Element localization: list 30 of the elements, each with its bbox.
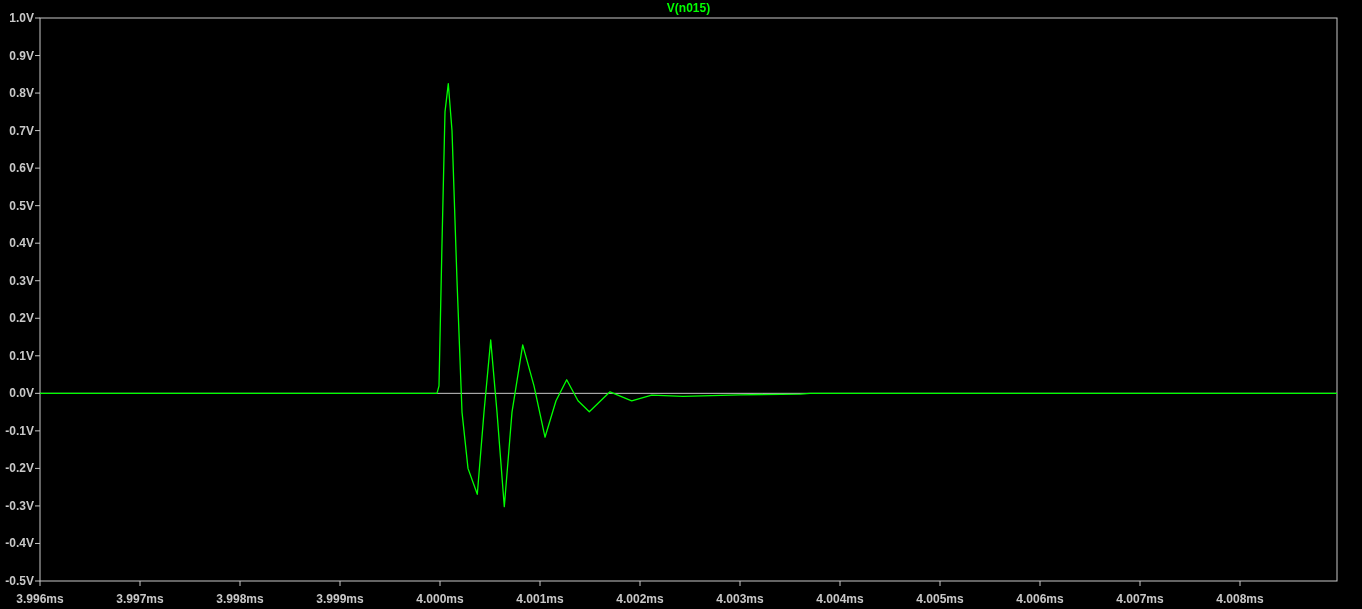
x-tick-label: 4.004ms (816, 592, 864, 606)
x-tick-label: 3.997ms (116, 592, 164, 606)
y-tick-label: 0.9V (9, 48, 34, 63)
x-tick-label: 4.001ms (516, 592, 564, 606)
x-tick-label: 4.007ms (1116, 592, 1164, 606)
y-tick-label: 0.1V (9, 348, 34, 363)
y-tick-label: -0.2V (5, 461, 34, 476)
x-tick-label: 4.002ms (616, 592, 664, 606)
y-tick-label: 0.4V (9, 236, 34, 251)
x-tick-label: 4.005ms (916, 592, 964, 606)
y-tick-label: -0.4V (5, 536, 34, 551)
y-tick-label: 0.8V (9, 86, 34, 101)
y-tick-label: 0.3V (9, 273, 34, 288)
x-tick-label: 4.000ms (416, 592, 464, 606)
y-tick-label: 0.7V (9, 123, 34, 138)
y-tick-label: 0.6V (9, 161, 34, 176)
x-tick-label: 3.998ms (216, 592, 264, 606)
plot-title: V(n015) (666, 1, 711, 15)
x-tick-label: 3.996ms (16, 592, 64, 606)
y-tick-label: 0.5V (9, 198, 34, 213)
y-tick-label: -0.3V (5, 498, 34, 513)
x-tick-label: 4.003ms (716, 592, 764, 606)
x-tick-label: 4.006ms (1016, 592, 1064, 606)
y-tick-label: -0.1V (5, 423, 34, 438)
y-tick-label: 0.2V (9, 311, 34, 326)
y-tick-label: 0.0V (9, 386, 34, 401)
x-tick-label: 3.999ms (316, 592, 364, 606)
y-tick-label: -0.5V (5, 574, 34, 588)
y-tick-label: 1.0V (9, 11, 34, 25)
x-tick-label: 4.008ms (1216, 592, 1264, 606)
